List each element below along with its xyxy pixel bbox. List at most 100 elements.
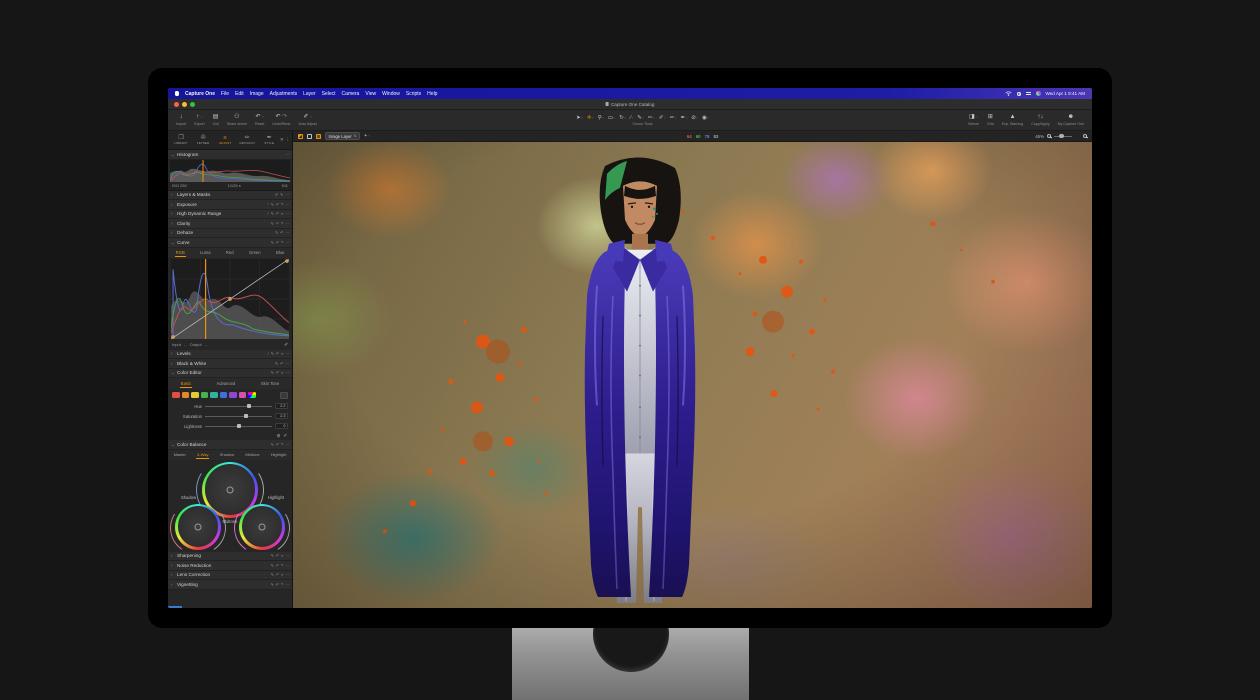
cb-tab-shadow[interactable]: Shadow: [219, 451, 235, 458]
cb-tab-3way[interactable]: 3-Way: [196, 451, 209, 459]
siri-icon[interactable]: [1036, 91, 1041, 96]
reset-icon[interactable]: ↶: [280, 230, 283, 235]
panel-vignetting[interactable]: › Vignetting ✎ ↶ ≡ ⋯: [168, 580, 292, 590]
panel-clarity[interactable]: › Clarity ✎ ↶ ≡ ⋯: [168, 219, 292, 229]
more-icon[interactable]: ⋯: [285, 221, 289, 226]
reset-icon[interactable]: ↶: [276, 351, 279, 356]
reset-icon[interactable]: ↶: [276, 211, 279, 216]
panel-curve[interactable]: ⌄ Curve ✎ ↶ ≡ ⋯: [168, 238, 292, 248]
swatch-blue[interactable]: [220, 392, 228, 399]
ce-tab-advanced[interactable]: Advanced: [216, 380, 237, 387]
minimize-window-button[interactable]: [182, 102, 187, 107]
curve-tab-blue[interactable]: Blue: [275, 249, 285, 256]
menu-image[interactable]: Image: [250, 91, 264, 97]
photo-canvas[interactable]: [293, 142, 1092, 608]
more-icon[interactable]: ⋯: [285, 361, 289, 366]
swatch-all-colors[interactable]: [248, 392, 256, 399]
lightness-value[interactable]: 0: [275, 423, 288, 429]
layer-select-dropdown[interactable]: Image Layer ⇅: [325, 132, 360, 140]
clone-tool[interactable]: ⊘˅: [691, 115, 698, 121]
draw-mask-tool[interactable]: ✎˅: [637, 115, 644, 121]
presets-icon[interactable]: ≡: [281, 442, 283, 446]
hue-value[interactable]: 2.2: [275, 403, 288, 409]
reset-button[interactable]: ↶ ˅ Reset: [255, 114, 264, 126]
brush-icon[interactable]: ✎: [271, 370, 274, 375]
curve-tab-luma[interactable]: Luma: [199, 249, 211, 256]
presets-icon[interactable]: ≡: [281, 240, 283, 244]
brush-icon[interactable]: ✎: [271, 582, 274, 587]
menu-file[interactable]: File: [221, 91, 229, 97]
swatch-pink[interactable]: [239, 392, 247, 399]
brush-icon[interactable]: ✎: [271, 351, 274, 356]
crop-tool[interactable]: ▭˅: [608, 115, 615, 121]
menu-edit[interactable]: Edit: [235, 91, 244, 97]
tab-retouch[interactable]: ✏RETOUCH: [236, 135, 258, 146]
more-icon[interactable]: ⋯: [285, 152, 289, 157]
cb-tab-highlight[interactable]: Highlight: [270, 451, 288, 458]
more-icon[interactable]: ⋯: [285, 553, 289, 558]
menu-layer[interactable]: Layer: [303, 91, 316, 97]
presets-icon[interactable]: ≡: [281, 221, 283, 225]
rotate-tool[interactable]: ↻˅: [619, 115, 626, 121]
presets-icon[interactable]: ≡: [281, 202, 283, 206]
brush-icon[interactable]: ✎: [271, 553, 274, 558]
menu-scripts[interactable]: Scripts: [406, 91, 421, 97]
pan-tool[interactable]: ✛˅: [587, 115, 594, 121]
menu-view[interactable]: View: [365, 91, 376, 97]
reset-icon[interactable]: ↶: [276, 370, 279, 375]
brush-icon[interactable]: ✎: [275, 230, 278, 235]
panel-exposure[interactable]: › Exposure ∕ ✎ ↶ ≡ ⋯: [168, 200, 292, 210]
zoom-level[interactable]: 46%: [1035, 134, 1044, 139]
swatch-orange[interactable]: [182, 392, 190, 399]
auto-adjust-button[interactable]: ✐ ˅ Auto Adjust: [299, 114, 317, 126]
tab-library[interactable]: ❐LIBRARY: [170, 135, 192, 146]
panel-dehaze[interactable]: › Dehaze ✎ ↶ ⋯: [168, 229, 292, 239]
spot-removal-tool[interactable]: ◉˅: [702, 115, 709, 121]
more-icon[interactable]: ⋯: [285, 582, 289, 587]
brush-icon[interactable]: ✎: [271, 442, 274, 447]
more-icon[interactable]: ⋯: [285, 192, 289, 197]
gradient-mask-tool[interactable]: ✑˅: [670, 115, 677, 121]
more-icon[interactable]: ⋯: [285, 370, 289, 375]
erase-mask-tool[interactable]: ✐˅: [659, 115, 666, 121]
reset-icon[interactable]: ↶: [276, 582, 279, 587]
cull-button[interactable]: ▤ Cull: [213, 114, 219, 126]
tab-adjust[interactable]: ≡ADJUST: [214, 135, 236, 146]
presets-icon[interactable]: ≡: [281, 212, 283, 216]
panel-levels[interactable]: › Levels ∕ ✎ ↶ ≡ ⋯: [168, 350, 292, 360]
brush-icon[interactable]: ✎: [271, 240, 274, 245]
tab-style[interactable]: ✒STYLE: [258, 135, 280, 146]
zoom-in-icon[interactable]: [1083, 134, 1087, 138]
panel-sharpening[interactable]: › Sharpening ✎ ↶ ≡ ⋯: [168, 552, 292, 562]
menu-help[interactable]: Help: [427, 91, 437, 97]
panel-lens-correction[interactable]: › Lens Correction ✎ ↶ ≡ ⋯: [168, 571, 292, 581]
menu-app-name[interactable]: Capture One: [185, 91, 215, 97]
menu-camera[interactable]: Camera: [342, 91, 360, 97]
menubar-clock[interactable]: Wed Apr 1 9:41 AM: [1046, 91, 1086, 96]
brush-icon[interactable]: ✎: [271, 221, 274, 226]
curve-tab-red[interactable]: Red: [225, 249, 235, 256]
more-tabs-icon[interactable]: »: [280, 137, 283, 143]
undo-redo-button[interactable]: ↶ ↷ Undo/Redo: [272, 114, 290, 126]
apple-logo-icon[interactable]: [175, 91, 179, 96]
my-capture-one-button[interactable]: ☻ My Capture One: [1058, 114, 1084, 126]
presets-icon[interactable]: ≡: [281, 371, 283, 375]
exposure-warning-button[interactable]: ▲ Exp. Warning: [1002, 114, 1023, 126]
brush-icon[interactable]: ✎: [271, 211, 274, 216]
more-icon[interactable]: ⋯: [285, 202, 289, 207]
cb-tab-master[interactable]: Master: [173, 451, 187, 458]
presets-icon[interactable]: ≡: [281, 582, 283, 586]
swatch-red[interactable]: [172, 392, 180, 399]
pick-color-icon[interactable]: ✐: [283, 433, 287, 439]
panel-layers-masks[interactable]: › Layers & Masks ✐ ✎ ⋯: [168, 191, 292, 201]
more-icon[interactable]: ⋯: [285, 240, 289, 245]
before-button[interactable]: ◨ ˅ Before: [968, 114, 979, 126]
grid-button[interactable]: ⊞ Grid: [987, 114, 994, 126]
more-icon[interactable]: ⋯: [285, 563, 289, 568]
presets-icon[interactable]: ≡: [281, 352, 283, 356]
heal-tool[interactable]: ✒˅: [680, 115, 687, 121]
presets-icon[interactable]: ≡: [281, 554, 283, 558]
zoom-out-icon[interactable]: [1047, 134, 1051, 138]
lightness-slider[interactable]: [205, 426, 272, 427]
panel-color-editor[interactable]: ⌄ Color Editor ✎ ↶ ≡ ⋯: [168, 369, 292, 379]
